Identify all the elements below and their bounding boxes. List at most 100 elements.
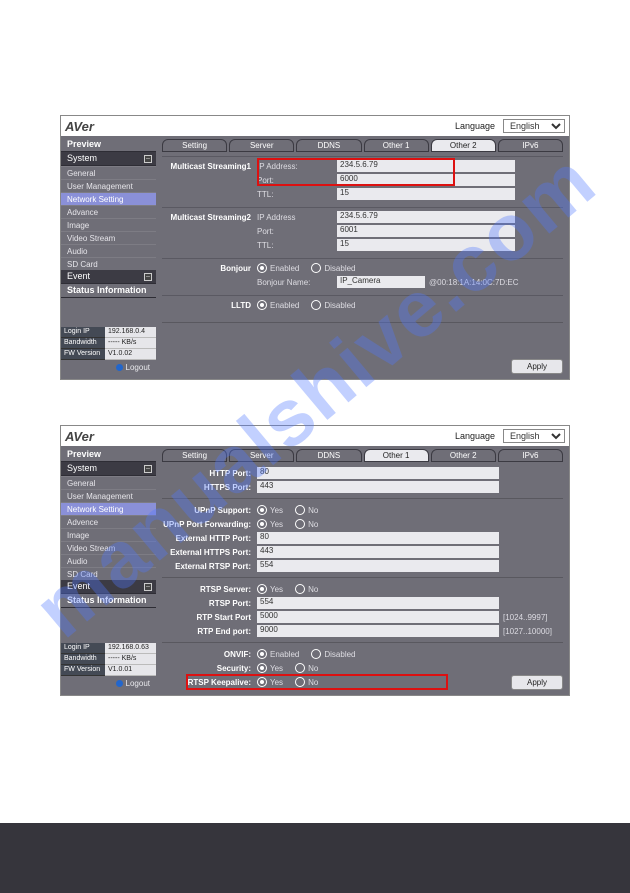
ext-https-input[interactable]: 443 [257,546,499,558]
mc2-ttl-input[interactable]: 15 [337,239,515,251]
sidebar: Preview System– General User Management … [61,446,156,695]
rtp-end-input[interactable]: 9000 [257,625,499,637]
bonjour-enabled-radio[interactable] [257,263,267,273]
rtsp-port-input[interactable]: 554 [257,597,499,609]
section-event[interactable]: Event– [61,270,156,284]
mc2-ip-label: IP Address [257,213,337,222]
mc1-ip-input[interactable]: 234.5.6.79 [337,160,515,172]
security-no-radio[interactable] [295,663,305,673]
ext-https-label: External HTTPS Port: [162,548,257,557]
tab-other1[interactable]: Other 1 [364,449,429,462]
sidebar-item-audio[interactable]: Audio [61,244,156,257]
sidebar-item-network-setting[interactable]: Network Setting [61,502,156,515]
https-port-input[interactable]: 443 [257,481,499,493]
fw-version-value: V1.0.02 [105,349,156,360]
group-lltd: LLTD [162,301,257,310]
upnp-no-radio[interactable] [295,505,305,515]
rtp-start-label: RTP Start Port [162,613,257,622]
bonjour-disabled-radio[interactable] [311,263,321,273]
mc2-port-label: Port: [257,227,337,236]
sidebar-item-video-stream[interactable]: Video Stream [61,231,156,244]
http-port-input[interactable]: 80 [257,467,499,479]
section-system[interactable]: System– [61,152,156,166]
sidebar-item-user-management[interactable]: User Management [61,489,156,502]
section-status[interactable]: Status Information [61,284,156,298]
sidebar-item-advance[interactable]: Advance [61,205,156,218]
logout-icon [116,680,123,687]
ext-http-input[interactable]: 80 [257,532,499,544]
group-bonjour: Bonjour [162,264,257,273]
logout-button[interactable]: Logout [61,360,156,375]
apply-button[interactable]: Apply [511,359,563,374]
upnp-fwd-no-radio[interactable] [295,519,305,529]
sidebar: Preview System– General User Management … [61,136,156,379]
group-multicast1: Multicast Streaming1 [162,162,257,171]
rtsp-port-label: RTSP Port: [162,599,257,608]
rtp-start-input[interactable]: 5000 [257,611,499,623]
language-select[interactable]: English [503,429,565,443]
lltd-enabled-radio[interactable] [257,300,267,310]
upnp-label: UPnP Support: [162,506,257,515]
section-status[interactable]: Status Information [61,594,156,608]
sidebar-item-video-stream[interactable]: Video Stream [61,541,156,554]
section-preview[interactable]: Preview [61,448,156,462]
tab-ddns[interactable]: DDNS [296,449,361,462]
sidebar-item-sd-card[interactable]: SD Card [61,567,156,580]
fw-version-label: FW Version [61,665,105,676]
upnp-fwd-yes-radio[interactable] [257,519,267,529]
logout-button[interactable]: Logout [61,676,156,691]
mc1-port-input[interactable]: 6000 [337,174,515,186]
sidebar-item-image[interactable]: Image [61,528,156,541]
mc2-port-input[interactable]: 6001 [337,225,515,237]
fw-version-label: FW Version [61,349,105,360]
section-system[interactable]: System– [61,462,156,476]
ext-rtsp-input[interactable]: 554 [257,560,499,572]
sidebar-item-general[interactable]: General [61,476,156,489]
tab-other2[interactable]: Other 2 [431,449,496,462]
sidebar-item-user-management[interactable]: User Management [61,179,156,192]
upnp-yes-radio[interactable] [257,505,267,515]
login-ip-label: Login IP [61,327,105,338]
footer-info: Login IP192.168.0.4 Bandwidth----- KB/s … [61,327,156,375]
sidebar-item-image[interactable]: Image [61,218,156,231]
upnp-fwd-label: UPnP Port Forwarding: [162,520,257,529]
bandwidth-value: ----- KB/s [105,338,156,349]
tab-ddns[interactable]: DDNS [296,139,361,152]
rtsp-server-no-radio[interactable] [295,584,305,594]
tab-other1[interactable]: Other 1 [364,139,429,152]
tab-setting[interactable]: Setting [162,139,227,152]
mc2-ip-input[interactable]: 234.5.6.79 [337,211,515,223]
tab-ipv6[interactable]: IPv6 [498,449,563,462]
fw-version-value: V1.0.01 [105,665,156,676]
login-ip-value: 192.168.0.63 [105,643,156,654]
tab-server[interactable]: Server [229,139,294,152]
mc1-ttl-input[interactable]: 15 [337,188,515,200]
rtsp-server-yes-radio[interactable] [257,584,267,594]
section-event[interactable]: Event– [61,580,156,594]
bandwidth-value: ----- KB/s [105,654,156,665]
login-ip-value: 192.168.0.4 [105,327,156,338]
lltd-disabled-radio[interactable] [311,300,321,310]
language-select[interactable]: English [503,119,565,133]
lltd-disabled-label: Disabled [324,301,355,310]
tab-ipv6[interactable]: IPv6 [498,139,563,152]
onvif-disabled-radio[interactable] [311,649,321,659]
bonjour-name-input[interactable]: IP_Camera [337,276,425,288]
sidebar-item-advence[interactable]: Advence [61,515,156,528]
sidebar-item-sd-card[interactable]: SD Card [61,257,156,270]
tab-setting[interactable]: Setting [162,449,227,462]
screenshot-other1: AVer Language English Preview System– Ge… [60,425,570,696]
apply-button[interactable]: Apply [511,675,563,690]
onvif-enabled-radio[interactable] [257,649,267,659]
sidebar-item-audio[interactable]: Audio [61,554,156,567]
tabs: Setting Server DDNS Other 1 Other 2 IPv6 [162,449,563,462]
page-footer [0,823,630,893]
keepalive-no-radio[interactable] [295,677,305,687]
sidebar-item-network-setting[interactable]: Network Setting [61,192,156,205]
security-yes-radio[interactable] [257,663,267,673]
tab-other2[interactable]: Other 2 [431,139,496,152]
keepalive-yes-radio[interactable] [257,677,267,687]
tab-server[interactable]: Server [229,449,294,462]
sidebar-item-general[interactable]: General [61,166,156,179]
section-preview[interactable]: Preview [61,138,156,152]
